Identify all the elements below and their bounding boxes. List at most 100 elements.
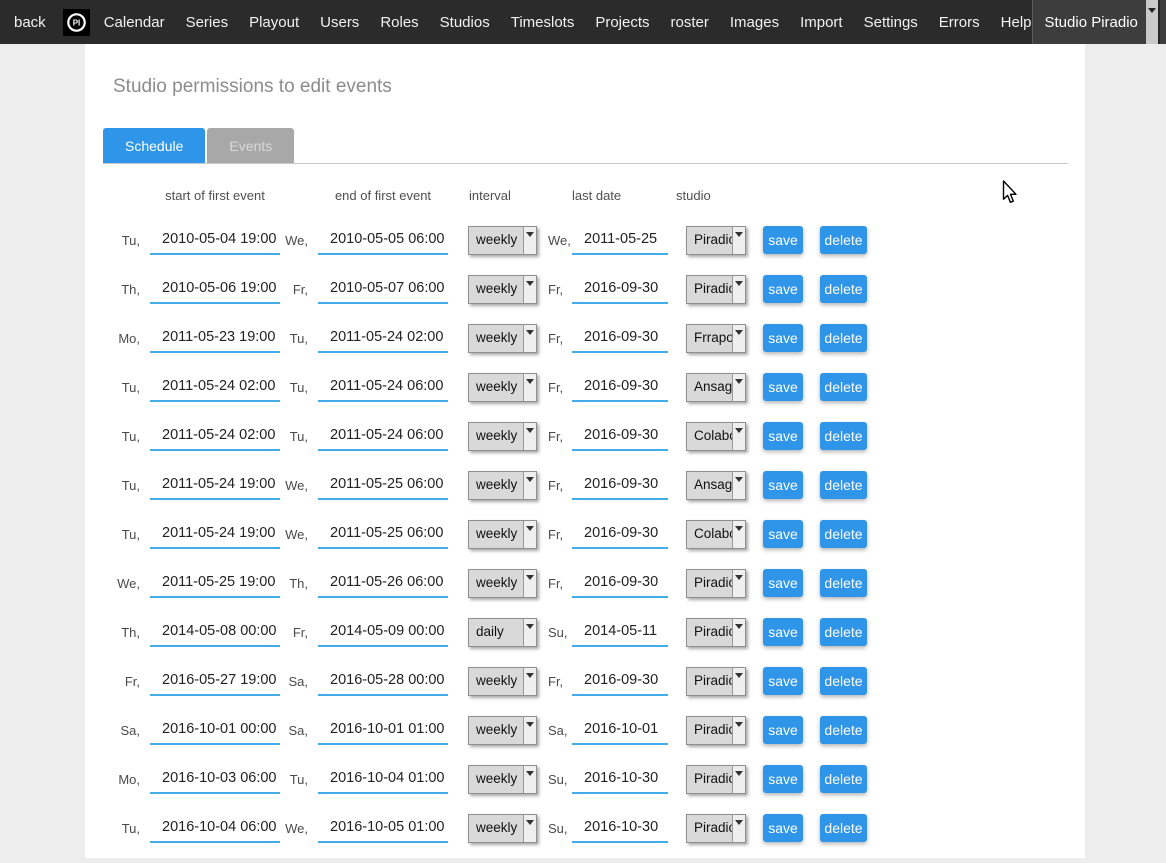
chevron-down-icon[interactable] (523, 472, 536, 499)
studio-row-select[interactable]: Frrapo (686, 324, 746, 353)
nav-item-playout[interactable]: Playout (249, 14, 299, 31)
chevron-down-icon[interactable] (732, 815, 745, 842)
end-datetime-input[interactable] (318, 618, 448, 647)
last-date-input[interactable] (572, 716, 668, 745)
chevron-down-icon[interactable] (523, 570, 536, 597)
nav-item-calendar[interactable]: Calendar (104, 14, 165, 31)
delete-button[interactable]: delete (820, 373, 867, 401)
start-datetime-input[interactable] (150, 618, 280, 647)
interval-select[interactable]: weekly (468, 373, 537, 402)
save-button[interactable]: save (763, 716, 803, 744)
save-button[interactable]: save (763, 814, 803, 842)
chevron-down-icon[interactable] (1146, 0, 1158, 44)
chevron-down-icon[interactable] (523, 766, 536, 793)
end-datetime-input[interactable] (318, 226, 448, 255)
last-date-input[interactable] (572, 422, 668, 451)
end-datetime-input[interactable] (318, 765, 448, 794)
piradio-logo-icon[interactable]: PI (63, 9, 90, 36)
chevron-down-icon[interactable] (732, 521, 745, 548)
tab-events[interactable]: Events (207, 128, 294, 164)
start-datetime-input[interactable] (150, 716, 280, 745)
start-datetime-input[interactable] (150, 373, 280, 402)
start-datetime-input[interactable] (150, 765, 280, 794)
chevron-down-icon[interactable] (732, 276, 745, 303)
chevron-down-icon[interactable] (523, 276, 536, 303)
save-button[interactable]: save (763, 275, 803, 303)
chevron-down-icon[interactable] (732, 668, 745, 695)
studio-row-select[interactable]: Ansage (686, 471, 746, 500)
nav-item-import[interactable]: Import (800, 14, 843, 31)
end-datetime-input[interactable] (318, 275, 448, 304)
chevron-down-icon[interactable] (523, 374, 536, 401)
interval-select[interactable]: weekly (468, 471, 537, 500)
delete-button[interactable]: delete (820, 324, 867, 352)
last-date-input[interactable] (572, 814, 668, 843)
nav-item-errors[interactable]: Errors (939, 14, 980, 31)
interval-select[interactable]: weekly (468, 324, 537, 353)
studio-row-select[interactable]: Piradio (686, 667, 746, 696)
delete-button[interactable]: delete (820, 422, 867, 450)
interval-select[interactable]: weekly (468, 814, 537, 843)
delete-button[interactable]: delete (820, 618, 867, 646)
chevron-down-icon[interactable] (732, 227, 745, 254)
save-button[interactable]: save (763, 422, 803, 450)
delete-button[interactable]: delete (820, 569, 867, 597)
last-date-input[interactable] (572, 275, 668, 304)
chevron-down-icon[interactable] (523, 227, 536, 254)
start-datetime-input[interactable] (150, 520, 280, 549)
chevron-down-icon[interactable] (523, 815, 536, 842)
save-button[interactable]: save (763, 618, 803, 646)
delete-button[interactable]: delete (820, 716, 867, 744)
start-datetime-input[interactable] (150, 324, 280, 353)
studio-row-select[interactable]: Piradio (686, 765, 746, 794)
chevron-down-icon[interactable] (732, 472, 745, 499)
nav-item-projects[interactable]: Projects (595, 14, 649, 31)
back-link[interactable]: back (14, 14, 46, 31)
save-button[interactable]: save (763, 667, 803, 695)
chevron-down-icon[interactable] (732, 374, 745, 401)
end-datetime-input[interactable] (318, 422, 448, 451)
chevron-down-icon[interactable] (732, 766, 745, 793)
nav-item-timeslots[interactable]: Timeslots (511, 14, 575, 31)
last-date-input[interactable] (572, 373, 668, 402)
start-datetime-input[interactable] (150, 569, 280, 598)
delete-button[interactable]: delete (820, 275, 867, 303)
chevron-down-icon[interactable] (523, 423, 536, 450)
last-date-input[interactable] (572, 226, 668, 255)
save-button[interactable]: save (763, 226, 803, 254)
studio-row-select[interactable]: Colabo (686, 422, 746, 451)
start-datetime-input[interactable] (150, 422, 280, 451)
nav-item-series[interactable]: Series (186, 14, 229, 31)
interval-select[interactable]: weekly (468, 520, 537, 549)
last-date-input[interactable] (572, 765, 668, 794)
delete-button[interactable]: delete (820, 520, 867, 548)
start-datetime-input[interactable] (150, 814, 280, 843)
last-date-input[interactable] (572, 471, 668, 500)
delete-button[interactable]: delete (820, 814, 867, 842)
nav-item-studios[interactable]: Studios (440, 14, 490, 31)
start-datetime-input[interactable] (150, 471, 280, 500)
nav-item-images[interactable]: Images (730, 14, 779, 31)
interval-select[interactable]: weekly (468, 716, 537, 745)
chevron-down-icon[interactable] (732, 423, 745, 450)
nav-item-settings[interactable]: Settings (864, 14, 918, 31)
interval-select[interactable]: weekly (468, 569, 537, 598)
end-datetime-input[interactable] (318, 324, 448, 353)
tab-schedule[interactable]: Schedule (103, 128, 205, 164)
end-datetime-input[interactable] (318, 471, 448, 500)
interval-select[interactable]: daily (468, 618, 537, 647)
nav-item-users[interactable]: Users (320, 14, 359, 31)
save-button[interactable]: save (763, 765, 803, 793)
interval-select[interactable]: weekly (468, 667, 537, 696)
studio-row-select[interactable]: Piradio (686, 226, 746, 255)
nav-item-roles[interactable]: Roles (380, 14, 418, 31)
interval-select[interactable]: weekly (468, 765, 537, 794)
save-button[interactable]: save (763, 373, 803, 401)
studio-row-select[interactable]: Piradio (686, 814, 746, 843)
studio-row-select[interactable]: Colabo (686, 520, 746, 549)
chevron-down-icon[interactable] (732, 619, 745, 646)
delete-button[interactable]: delete (820, 226, 867, 254)
studio-row-select[interactable]: Piradio (686, 618, 746, 647)
start-datetime-input[interactable] (150, 226, 280, 255)
end-datetime-input[interactable] (318, 667, 448, 696)
